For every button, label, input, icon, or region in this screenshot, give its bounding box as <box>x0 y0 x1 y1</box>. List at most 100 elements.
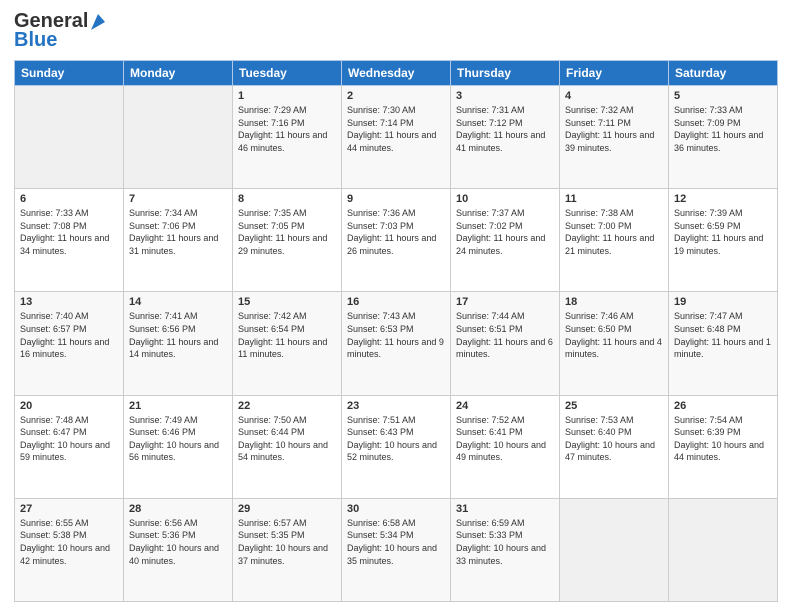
day-info: Sunrise: 6:56 AMSunset: 5:36 PMDaylight:… <box>129 517 227 567</box>
day-cell: 2 Sunrise: 7:30 AMSunset: 7:14 PMDaylight… <box>342 86 451 189</box>
day-number: 10 <box>456 193 554 205</box>
day-number: 29 <box>238 503 336 515</box>
week-row-4: 20 Sunrise: 7:48 AMSunset: 6:47 PMDayligh… <box>15 395 778 498</box>
day-number: 1 <box>238 90 336 102</box>
day-number: 22 <box>238 400 336 412</box>
day-info: Sunrise: 7:40 AMSunset: 6:57 PMDaylight:… <box>20 310 118 360</box>
day-info: Sunrise: 7:49 AMSunset: 6:46 PMDaylight:… <box>129 414 227 464</box>
day-number: 5 <box>674 90 772 102</box>
day-number: 19 <box>674 296 772 308</box>
day-number: 20 <box>20 400 118 412</box>
day-info: Sunrise: 6:57 AMSunset: 5:35 PMDaylight:… <box>238 517 336 567</box>
day-number: 12 <box>674 193 772 205</box>
day-number: 25 <box>565 400 663 412</box>
day-number: 7 <box>129 193 227 205</box>
day-cell: 17Sunrise: 7:44 AMSunset: 6:51 PMDayligh… <box>451 292 560 395</box>
day-cell: 28Sunrise: 6:56 AMSunset: 5:36 PMDayligh… <box>124 498 233 601</box>
day-info: Sunrise: 7:38 AMSunset: 7:00 PMDaylight:… <box>565 207 663 257</box>
day-number: 6 <box>20 193 118 205</box>
day-cell: 4 Sunrise: 7:32 AMSunset: 7:11 PMDaylight… <box>560 86 669 189</box>
day-cell: 5 Sunrise: 7:33 AMSunset: 7:09 PMDaylight… <box>669 86 778 189</box>
day-cell: 25 Sunrise: 7:53 AMSunset: 6:40 PMDayligh… <box>560 395 669 498</box>
day-info: Sunrise: 7:41 AMSunset: 6:56 PMDaylight:… <box>129 310 227 360</box>
day-number: 27 <box>20 503 118 515</box>
day-cell: 14 Sunrise: 7:41 AMSunset: 6:56 PMDayligh… <box>124 292 233 395</box>
week-row-2: 6 Sunrise: 7:33 AMSunset: 7:08 PMDaylight… <box>15 189 778 292</box>
day-cell: 1 Sunrise: 7:29 AMSunset: 7:16 PMDaylight… <box>233 86 342 189</box>
day-cell: 15Sunrise: 7:42 AMSunset: 6:54 PMDayligh… <box>233 292 342 395</box>
calendar-header: SundayMondayTuesdayWednesdayThursdayFrid… <box>15 61 778 86</box>
day-cell: 9Sunrise: 7:36 AMSunset: 7:03 PMDaylight… <box>342 189 451 292</box>
day-header-wednesday: Wednesday <box>342 61 451 86</box>
day-info: Sunrise: 7:30 AMSunset: 7:14 PMDaylight:… <box>347 104 445 154</box>
logo-triangle-icon <box>89 12 107 32</box>
day-info: Sunrise: 7:33 AMSunset: 7:09 PMDaylight:… <box>674 104 772 154</box>
day-cell: 27 Sunrise: 6:55 AMSunset: 5:38 PMDayligh… <box>15 498 124 601</box>
day-number: 24 <box>456 400 554 412</box>
day-cell: 20 Sunrise: 7:48 AMSunset: 6:47 PMDayligh… <box>15 395 124 498</box>
day-info: Sunrise: 7:35 AMSunset: 7:05 PMDaylight:… <box>238 207 336 257</box>
logo-blue: Blue <box>14 29 57 52</box>
day-header-saturday: Saturday <box>669 61 778 86</box>
day-info: Sunrise: 7:39 AMSunset: 6:59 PMDaylight:… <box>674 207 772 257</box>
week-row-1: 1 Sunrise: 7:29 AMSunset: 7:16 PMDaylight… <box>15 86 778 189</box>
day-cell: 19 Sunrise: 7:47 AMSunset: 6:48 PMDayligh… <box>669 292 778 395</box>
calendar-body: 1 Sunrise: 7:29 AMSunset: 7:16 PMDaylight… <box>15 86 778 602</box>
day-header-thursday: Thursday <box>451 61 560 86</box>
day-cell: 30Sunrise: 6:58 AMSunset: 5:34 PMDayligh… <box>342 498 451 601</box>
day-number: 21 <box>129 400 227 412</box>
day-info: Sunrise: 7:54 AMSunset: 6:39 PMDaylight:… <box>674 414 772 464</box>
day-cell: 26Sunrise: 7:54 AMSunset: 6:39 PMDayligh… <box>669 395 778 498</box>
day-number: 3 <box>456 90 554 102</box>
day-info: Sunrise: 7:46 AMSunset: 6:50 PMDaylight:… <box>565 310 663 360</box>
day-info: Sunrise: 7:42 AMSunset: 6:54 PMDaylight:… <box>238 310 336 360</box>
day-header-friday: Friday <box>560 61 669 86</box>
day-info: Sunrise: 7:36 AMSunset: 7:03 PMDaylight:… <box>347 207 445 257</box>
day-info: Sunrise: 7:48 AMSunset: 6:47 PMDaylight:… <box>20 414 118 464</box>
week-row-3: 13 Sunrise: 7:40 AMSunset: 6:57 PMDayligh… <box>15 292 778 395</box>
header: General Blue <box>14 10 778 52</box>
day-info: Sunrise: 7:50 AMSunset: 6:44 PMDaylight:… <box>238 414 336 464</box>
day-info: Sunrise: 7:33 AMSunset: 7:08 PMDaylight:… <box>20 207 118 257</box>
day-cell: 31Sunrise: 6:59 AMSunset: 5:33 PMDayligh… <box>451 498 560 601</box>
day-header-sunday: Sunday <box>15 61 124 86</box>
day-cell: 29 Sunrise: 6:57 AMSunset: 5:35 PMDayligh… <box>233 498 342 601</box>
day-number: 13 <box>20 296 118 308</box>
calendar-table: SundayMondayTuesdayWednesdayThursdayFrid… <box>14 60 778 602</box>
day-number: 2 <box>347 90 445 102</box>
day-number: 30 <box>347 503 445 515</box>
day-cell <box>560 498 669 601</box>
day-cell: 11 Sunrise: 7:38 AMSunset: 7:00 PMDayligh… <box>560 189 669 292</box>
day-cell <box>669 498 778 601</box>
day-cell: 6 Sunrise: 7:33 AMSunset: 7:08 PMDaylight… <box>15 189 124 292</box>
day-info: Sunrise: 7:32 AMSunset: 7:11 PMDaylight:… <box>565 104 663 154</box>
day-cell: 23 Sunrise: 7:51 AMSunset: 6:43 PMDayligh… <box>342 395 451 498</box>
day-info: Sunrise: 6:59 AMSunset: 5:33 PMDaylight:… <box>456 517 554 567</box>
day-number: 17 <box>456 296 554 308</box>
day-cell: 8 Sunrise: 7:35 AMSunset: 7:05 PMDaylight… <box>233 189 342 292</box>
day-number: 14 <box>129 296 227 308</box>
day-info: Sunrise: 7:53 AMSunset: 6:40 PMDaylight:… <box>565 414 663 464</box>
day-cell: 3 Sunrise: 7:31 AMSunset: 7:12 PMDaylight… <box>451 86 560 189</box>
day-number: 8 <box>238 193 336 205</box>
page: General Blue SundayMondayTuesdayWednesda… <box>0 0 792 612</box>
day-cell: 18 Sunrise: 7:46 AMSunset: 6:50 PMDayligh… <box>560 292 669 395</box>
day-number: 23 <box>347 400 445 412</box>
day-info: Sunrise: 7:47 AMSunset: 6:48 PMDaylight:… <box>674 310 772 360</box>
day-cell: 10 Sunrise: 7:37 AMSunset: 7:02 PMDayligh… <box>451 189 560 292</box>
day-header-tuesday: Tuesday <box>233 61 342 86</box>
day-info: Sunrise: 7:37 AMSunset: 7:02 PMDaylight:… <box>456 207 554 257</box>
day-header-monday: Monday <box>124 61 233 86</box>
day-info: Sunrise: 7:31 AMSunset: 7:12 PMDaylight:… <box>456 104 554 154</box>
day-number: 11 <box>565 193 663 205</box>
day-info: Sunrise: 7:51 AMSunset: 6:43 PMDaylight:… <box>347 414 445 464</box>
day-info: Sunrise: 7:43 AMSunset: 6:53 PMDaylight:… <box>347 310 445 360</box>
day-info: Sunrise: 6:55 AMSunset: 5:38 PMDaylight:… <box>20 517 118 567</box>
day-number: 18 <box>565 296 663 308</box>
day-cell: 21 Sunrise: 7:49 AMSunset: 6:46 PMDayligh… <box>124 395 233 498</box>
day-cell <box>124 86 233 189</box>
day-info: Sunrise: 7:29 AMSunset: 7:16 PMDaylight:… <box>238 104 336 154</box>
day-number: 4 <box>565 90 663 102</box>
day-info: Sunrise: 7:52 AMSunset: 6:41 PMDaylight:… <box>456 414 554 464</box>
day-cell: 13 Sunrise: 7:40 AMSunset: 6:57 PMDayligh… <box>15 292 124 395</box>
